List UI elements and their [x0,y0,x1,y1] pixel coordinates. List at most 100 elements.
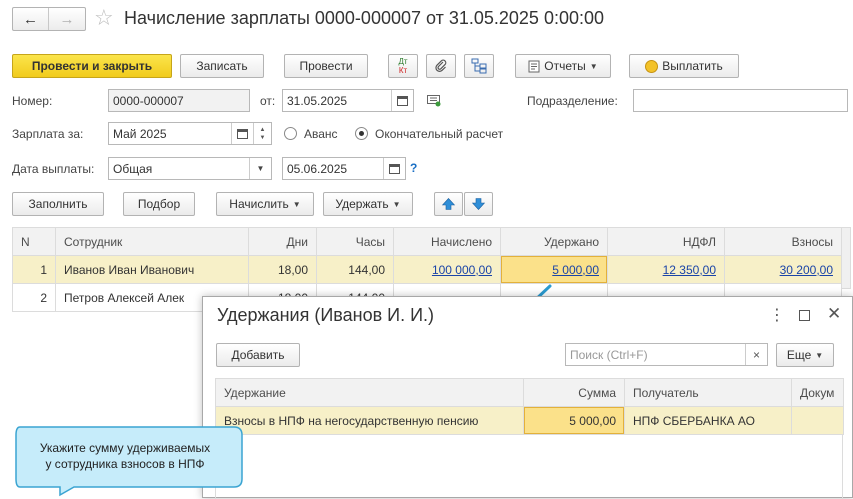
add-deduction-button[interactable]: Добавить [216,343,300,367]
hours-cell[interactable]: 144,00 [316,255,394,284]
page-title: Начисление зарплаты 0000-000007 от 31.05… [124,8,604,28]
radio-dot-icon [359,131,364,136]
paperclip-icon [435,59,447,72]
col-accrued[interactable]: Начислено [393,227,501,256]
search-input[interactable]: Поиск (Ctrl+F) × [565,343,768,366]
spin-down-icon[interactable]: ▼ [260,134,266,142]
division-field[interactable] [633,89,848,112]
close-icon[interactable]: ✕ [827,304,841,324]
calendar-icon [237,129,248,139]
ndfl-link[interactable]: 12 350,00 [663,263,716,277]
withhold-button[interactable]: Удержать ▼ [323,192,413,216]
search-clear-button[interactable]: × [745,344,767,365]
salary-period-value: Май 2025 [113,126,167,141]
division-label: Подразделение: [527,94,618,108]
withheld-link[interactable]: 5 000,00 [552,263,599,277]
nav-group: ← → [12,7,86,31]
days-cell[interactable]: 18,00 [248,255,317,284]
pay-button[interactable]: Выплатить [629,54,739,78]
col-deduction[interactable]: Удержание [215,378,524,407]
structure-button[interactable] [464,54,494,78]
employee-cell[interactable]: Иванов Иван Иванович [55,255,249,284]
maximize-icon[interactable] [799,310,810,321]
chevron-down-icon: ▼ [815,350,824,360]
dialog-title: Удержания (Иванов И. И.) [217,305,435,325]
post-button[interactable]: Провести [284,54,368,78]
more-label: Еще [786,348,812,362]
pay-date-mode-dropdown[interactable]: ▼ [249,158,271,179]
accrue-button[interactable]: Начислить ▼ [216,192,314,216]
date-field[interactable]: 31.05.2025 [282,89,414,112]
move-down-button[interactable] [464,192,493,216]
reports-button[interactable]: Отчеты ▼ [515,54,611,78]
row-number: 2 [12,283,56,312]
contrib-cell[interactable]: 30 200,00 [724,255,842,284]
withhold-label: Удержать [335,197,389,211]
pay-date-calendar-button[interactable] [383,158,405,179]
more-button[interactable]: Еще ▼ [776,343,834,367]
arrow-down-icon [472,198,485,210]
deduction-cell[interactable]: Взносы в НПФ на негосударственную пенсию [215,406,524,435]
table-row[interactable]: Взносы в НПФ на негосударственную пенсию… [215,406,844,435]
table-scrollbar[interactable] [841,227,851,289]
document-history-icon[interactable] [427,95,441,107]
arrow-right-icon: → [59,10,75,28]
col-hours[interactable]: Часы [316,227,394,256]
col-recipient[interactable]: Получатель [624,378,792,407]
ndfl-cell[interactable]: 12 350,00 [607,255,725,284]
final-calc-radio[interactable] [355,127,368,140]
pay-date-mode-value: Общая [113,161,153,176]
clear-icon: × [752,347,760,362]
salary-period-field[interactable]: Май 2025 ▲ ▼ [108,122,272,145]
table-row[interactable]: 1 Иванов Иван Иванович 18,00 144,00 100 … [12,255,842,284]
calendar-button[interactable] [391,90,413,111]
pick-button[interactable]: Подбор [123,192,195,216]
pay-date-field[interactable]: 05.06.2025 [282,157,406,180]
col-document[interactable]: Докум [791,378,844,407]
advance-label: Аванс [304,127,338,141]
col-days[interactable]: Дни [248,227,317,256]
attach-button[interactable] [426,54,456,78]
deductions-table: Удержание Сумма Получатель Докум Взносы … [215,378,844,435]
period-calendar-button[interactable] [231,123,253,144]
col-amount[interactable]: Сумма [523,378,625,407]
hierarchy-icon [471,58,487,74]
post-and-close-button[interactable]: Провести и закрыть [12,54,172,78]
col-n[interactable]: N [12,227,56,256]
save-button[interactable]: Записать [180,54,264,78]
callout-line-2: у сотрудника взносов в НПФ [45,457,205,471]
period-spinner[interactable]: ▲ ▼ [253,123,271,144]
col-withheld[interactable]: Удержано [500,227,608,256]
col-employee[interactable]: Сотрудник [55,227,249,256]
pay-label: Выплатить [662,59,723,73]
accrued-cell[interactable]: 100 000,00 [393,255,501,284]
contrib-link[interactable]: 30 200,00 [780,263,833,277]
more-vertical-icon[interactable]: ⋮ [769,305,785,325]
pay-date-mode-select[interactable]: Общая ▼ [108,157,272,180]
advance-radio[interactable] [284,127,297,140]
favorite-star-icon[interactable]: ☆ [94,4,114,32]
spin-up-icon[interactable]: ▲ [260,126,266,134]
amount-cell[interactable]: 5 000,00 [523,406,625,435]
accrued-link[interactable]: 100 000,00 [432,263,492,277]
back-button[interactable]: ← [13,8,49,30]
dt-kt-button[interactable]: Дт Кт [388,54,418,78]
recipient-cell[interactable]: НПФ СБЕРБАНКА АО [624,406,792,435]
col-ndfl[interactable]: НДФЛ [607,227,725,256]
chevron-down-icon: ▼ [256,164,265,173]
move-up-button[interactable] [434,192,463,216]
forward-button[interactable]: → [49,8,85,30]
dt-kt-icon-bottom: Кт [398,66,408,75]
help-icon[interactable]: ? [410,161,417,175]
pay-date-label: Дата выплаты: [12,162,95,176]
final-calc-label: Окончательный расчет [375,127,504,141]
document-cell[interactable] [791,406,844,435]
number-field[interactable]: 0000-000007 [108,89,250,112]
reports-label: Отчеты [544,59,586,73]
accrue-label: Начислить [229,197,289,211]
search-placeholder: Поиск (Ctrl+F) [570,347,648,362]
fill-button[interactable]: Заполнить [12,192,104,216]
col-contrib[interactable]: Взносы [724,227,842,256]
date-label: от: [260,94,276,108]
pay-date-value: 05.06.2025 [287,161,348,176]
